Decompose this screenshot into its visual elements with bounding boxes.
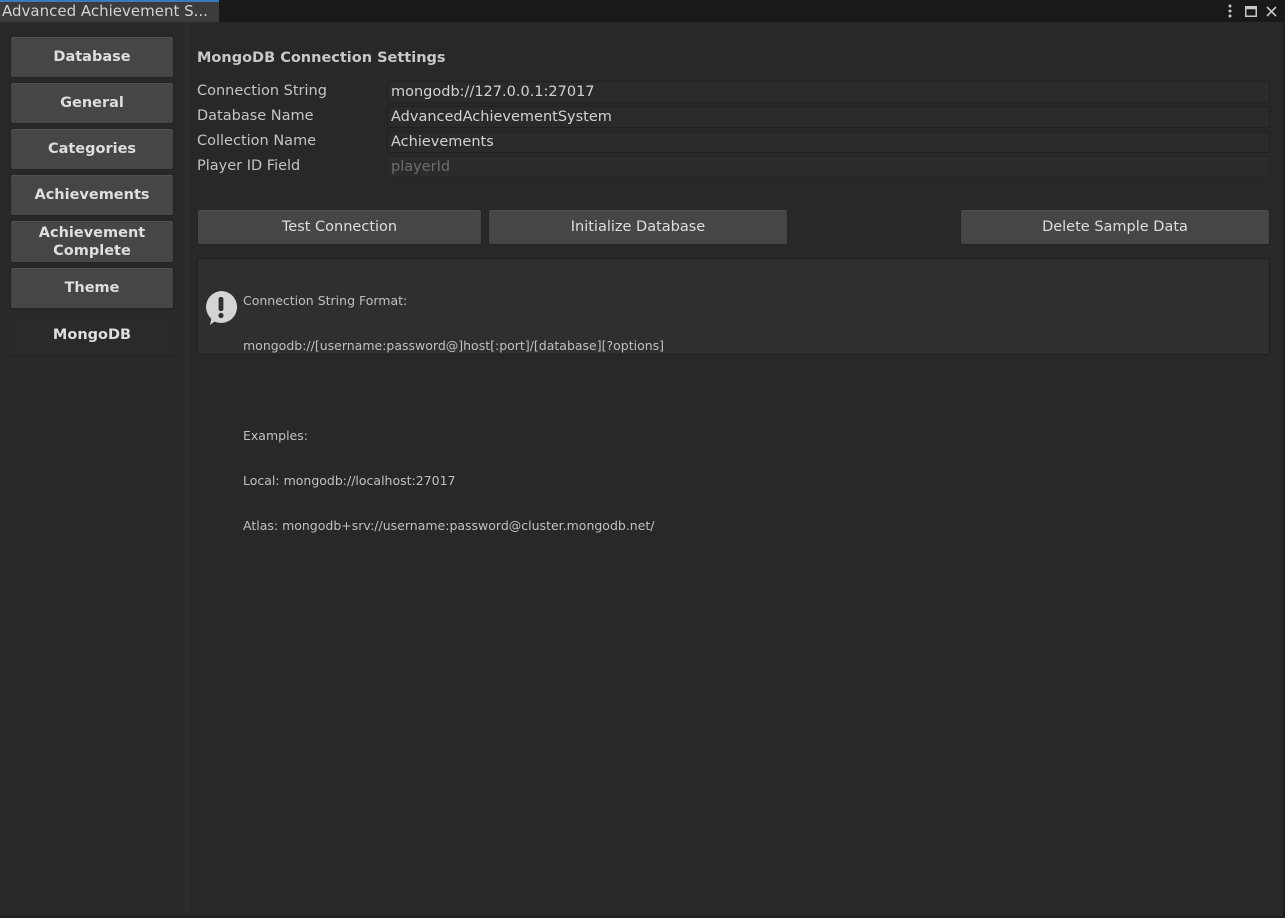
sidebar-item-theme[interactable]: Theme	[10, 267, 174, 309]
connection-string-row: Connection String mongodb://127.0.0.1:27…	[197, 81, 1270, 104]
sidebar-item-mongodb[interactable]: MongoDB	[10, 314, 174, 356]
help-box: Connection String Format: mongodb://[use…	[197, 258, 1270, 533]
collection-name-label: Collection Name	[197, 133, 317, 149]
window-tab[interactable]: Advanced Achievement S...	[0, 0, 219, 22]
database-name-input[interactable]: AdvancedAchievementSystem	[387, 106, 1270, 128]
window-content: Database General Categories Achievements…	[0, 22, 1285, 918]
help-text: Connection String Format: mongodb://[use…	[243, 263, 664, 563]
sidebar-item-database[interactable]: Database	[10, 36, 174, 78]
help-line	[243, 383, 664, 398]
sidebar-item-achievements[interactable]: Achievements	[10, 174, 174, 216]
sidebar-item-general[interactable]: General	[10, 82, 174, 124]
close-icon[interactable]	[1261, 0, 1281, 22]
section-title: MongoDB Connection Settings	[197, 50, 446, 66]
info-exclamation-icon	[204, 290, 238, 326]
database-name-label: Database Name	[197, 108, 314, 124]
main-panel: MongoDB Connection Settings Connection S…	[197, 22, 1270, 912]
player-id-field-input: playerId	[387, 156, 1270, 178]
sidebar: Database General Categories Achievements…	[0, 22, 182, 912]
help-line: Local: mongodb://localhost:27017	[243, 473, 456, 488]
collection-name-input[interactable]: Achievements	[387, 131, 1270, 153]
help-line: Connection String Format:	[243, 293, 408, 308]
pane-splitter[interactable]	[182, 22, 190, 912]
initialize-database-button[interactable]: Initialize Database	[488, 209, 788, 245]
help-line: Atlas: mongodb+srv://username:password@c…	[243, 518, 655, 533]
sidebar-item-categories[interactable]: Categories	[10, 128, 174, 170]
player-id-field-label: Player ID Field	[197, 158, 301, 174]
sidebar-item-achievement-complete[interactable]: Achievement Complete	[10, 220, 174, 263]
connection-string-input[interactable]: mongodb://127.0.0.1:27017	[387, 81, 1270, 103]
test-connection-button[interactable]: Test Connection	[197, 209, 482, 245]
maximize-icon[interactable]	[1241, 0, 1261, 22]
connection-string-label: Connection String	[197, 83, 327, 99]
editor-window: Advanced Achievement S... Database Gener…	[0, 0, 1285, 918]
help-line: Examples:	[243, 428, 308, 443]
database-name-row: Database Name AdvancedAchievementSystem	[197, 106, 1270, 129]
more-options-icon[interactable]	[1220, 0, 1240, 22]
title-bar: Advanced Achievement S...	[0, 0, 1285, 22]
player-id-field-row: Player ID Field playerId	[197, 156, 1270, 179]
help-line: mongodb://[username:password@]host[:port…	[243, 338, 665, 353]
collection-name-row: Collection Name Achievements	[197, 131, 1270, 154]
delete-sample-data-button[interactable]: Delete Sample Data	[960, 209, 1270, 245]
